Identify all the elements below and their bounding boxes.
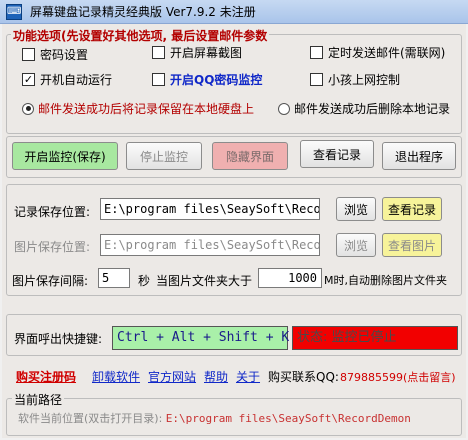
timed-mail-checkbox[interactable]: 定时发送邮件(需联网) (310, 44, 445, 61)
image-path-input[interactable]: E:\program files\SeaySoft\Recor (100, 234, 320, 256)
timed-mail-label: 定时发送邮件(需联网) (328, 46, 446, 60)
delete-record-label: 邮件发送成功后删除本地记录 (294, 102, 451, 116)
image-browse-button[interactable]: 浏览 (336, 233, 376, 257)
stop-monitor-button[interactable]: 停止监控 (126, 142, 202, 170)
path-value[interactable]: E:\program files\SeaySoft\RecordDemon (166, 412, 411, 425)
keep-record-radio[interactable]: 邮件发送成功后将记录保留在本地硬盘上 (22, 100, 254, 117)
interval-label: 图片保存间隔: (12, 274, 89, 288)
checkbox-box[interactable] (152, 46, 165, 59)
password-checkbox[interactable]: 密码设置 (22, 46, 88, 63)
checkbox-box[interactable] (152, 73, 165, 86)
radio-circle[interactable] (278, 102, 290, 115)
path-prefix: 软件当前位置(双击打开目录): (18, 412, 163, 425)
current-path[interactable]: 软件当前位置(双击打开目录): E:\program files\SeaySof… (18, 410, 411, 426)
folder-size-label: 当图片文件夹大于 (156, 274, 253, 288)
radio-dot (25, 106, 31, 111)
record-path-input[interactable]: E:\program files\SeaySoft\Record (100, 198, 320, 220)
view-records-button-2[interactable]: 查看记录 (382, 197, 442, 221)
path-group-title: 当前路径 (12, 391, 65, 408)
view-images-button[interactable]: 查看图片 (382, 233, 442, 257)
status-display: 状态: 监控已停止 (292, 326, 458, 350)
website-link[interactable]: 官方网站 (148, 368, 196, 385)
start-monitor-button[interactable]: 开启监控(保存) (12, 142, 118, 170)
contact-qq-link[interactable]: 879885599(点击留言) (340, 369, 456, 385)
qq-monitor-checkbox[interactable]: 开启QQ密码监控 (152, 71, 262, 88)
interval-input[interactable]: 5 (98, 268, 130, 288)
size-suffix-label: M时,自动删除图片文件夹 (324, 274, 447, 287)
about-link[interactable]: 关于 (236, 368, 260, 385)
checkbox-box[interactable] (310, 46, 323, 59)
screenshot-label: 开启屏幕截图 (170, 46, 243, 60)
size-input[interactable]: 1000 (258, 268, 322, 288)
kids-control-checkbox[interactable]: 小孩上网控制 (310, 71, 400, 88)
hide-window-button[interactable]: 隐藏界面 (212, 142, 288, 170)
image-path-label: 图片保存位置: (14, 240, 91, 254)
kids-control-label: 小孩上网控制 (328, 73, 401, 87)
buy-registration-link[interactable]: 购买注册码 (16, 368, 76, 385)
record-path-label: 记录保存位置: (14, 205, 91, 219)
app-icon: ⌨ (6, 3, 22, 20)
contact-label: 购买联系QQ: (268, 370, 339, 384)
main-panel: 功能选项(先设置好其他选项, 最后设置邮件参数 密码设置 开启屏幕截图 定时发送… (2, 24, 466, 438)
checkbox-box[interactable] (22, 48, 35, 61)
autorun-checkbox[interactable]: ✓ 开机自动运行 (22, 71, 112, 88)
checkbox-box[interactable]: ✓ (22, 73, 35, 86)
exit-button[interactable]: 退出程序 (382, 142, 456, 170)
uninstall-link[interactable]: 卸载软件 (92, 368, 140, 385)
hotkey-label: 界面呼出快捷键: (14, 332, 103, 346)
seconds-label: 秒 (138, 274, 151, 288)
keep-record-label: 邮件发送成功后将记录保留在本地硬盘上 (38, 102, 255, 116)
view-records-button[interactable]: 查看记录 (300, 140, 374, 168)
window-title: 屏幕键盘记录精灵经典版 Ver7.9.2 未注册 (30, 5, 256, 19)
autorun-label: 开机自动运行 (40, 73, 113, 87)
checkbox-box[interactable] (310, 73, 323, 86)
password-label: 密码设置 (40, 48, 89, 62)
screenshot-checkbox[interactable]: 开启屏幕截图 (152, 44, 242, 61)
record-browse-button[interactable]: 浏览 (336, 197, 376, 221)
help-link[interactable]: 帮助 (204, 368, 228, 385)
delete-record-radio[interactable]: 邮件发送成功后删除本地记录 (278, 100, 450, 117)
title-bar: ⌨ 屏幕键盘记录精灵经典版 Ver7.9.2 未注册 (0, 0, 468, 24)
options-group-title: 功能选项(先设置好其他选项, 最后设置邮件参数 (11, 27, 270, 44)
radio-circle[interactable] (22, 102, 34, 115)
qq-monitor-label: 开启QQ密码监控 (170, 73, 263, 87)
hotkey-field[interactable]: Ctrl + Alt + Shift + K (112, 326, 289, 350)
